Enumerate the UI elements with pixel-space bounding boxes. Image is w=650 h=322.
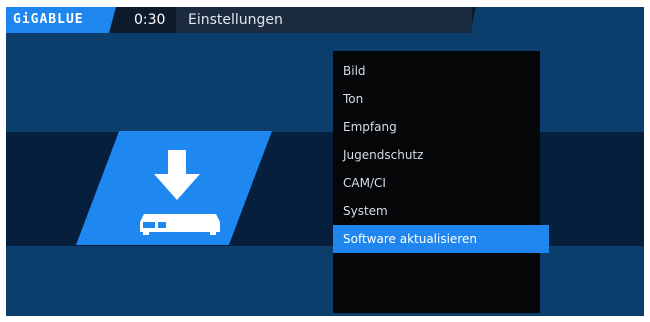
page-title: Einstellungen xyxy=(188,12,283,28)
menu-item-software-aktualisieren[interactable]: Software aktualisieren xyxy=(333,225,549,253)
tv-screen: GiGABLUE 0:30 Einstellungen Bild Ton Emp… xyxy=(6,7,644,316)
menu-item-system[interactable]: System xyxy=(333,197,540,225)
menu-item-bild[interactable]: Bild xyxy=(333,57,540,85)
settings-menu: Bild Ton Empfang Jugendschutz CAM/CI Sys… xyxy=(333,51,549,313)
software-update-download-icon xyxy=(140,150,220,235)
clock: 0:30 xyxy=(134,12,166,28)
menu-item-ton[interactable]: Ton xyxy=(333,85,540,113)
menu-item-cam-ci[interactable]: CAM/CI xyxy=(333,169,540,197)
top-bar: GiGABLUE 0:30 Einstellungen xyxy=(6,7,644,33)
menu-item-jugendschutz[interactable]: Jugendschutz xyxy=(333,141,540,169)
download-arrow-icon xyxy=(154,150,200,200)
brand-logo: GiGABLUE xyxy=(13,12,84,27)
menu-item-empfang[interactable]: Empfang xyxy=(333,113,540,141)
